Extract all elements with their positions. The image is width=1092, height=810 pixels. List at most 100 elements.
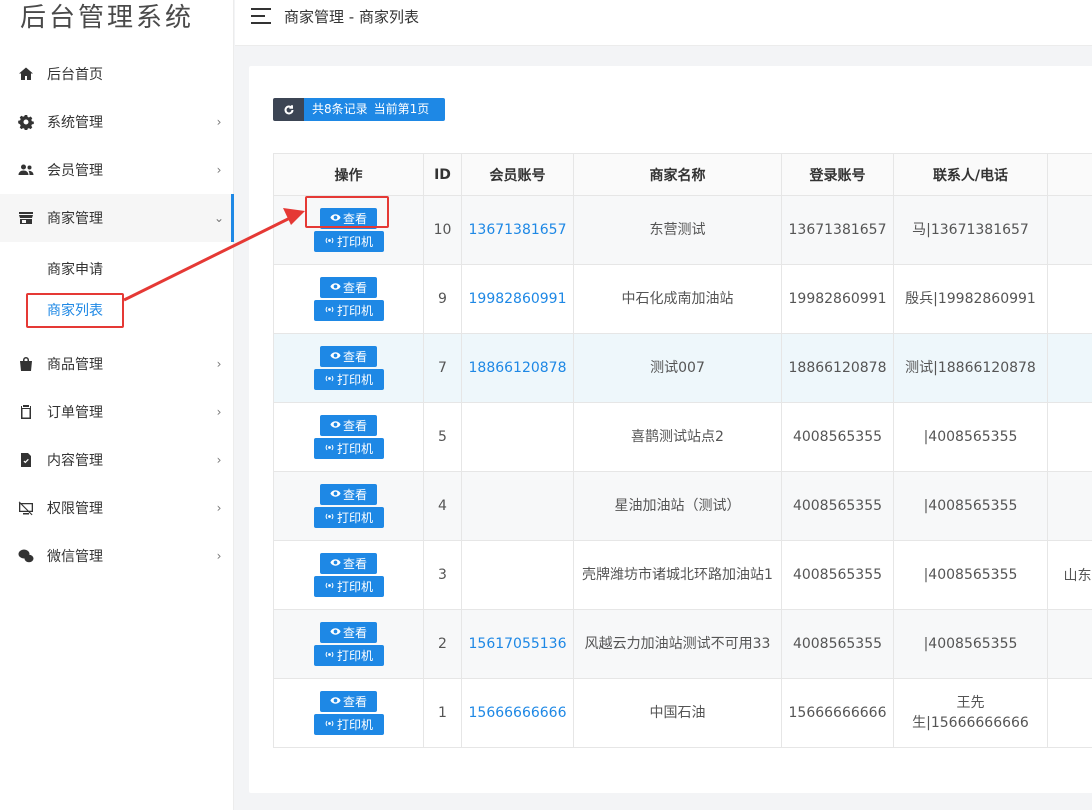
total-records-text: 共8条记录 [312,102,368,116]
view-label: 查看 [342,281,367,295]
login-account-cell: 13671381657 [781,195,894,265]
contact-cell: 王先生|15666666666 [893,678,1048,748]
contact-cell: 马|13671381657 [893,195,1048,265]
app-logo: 后台管理系统 [20,3,195,33]
chevron-down-icon: ⌄ [213,211,225,225]
eye-icon [330,488,343,502]
column-header-extra [1047,153,1092,196]
column-header-login-account: 登录账号 [781,153,894,196]
printer-label: 打印机 [336,580,373,594]
view-label: 查看 [342,695,367,709]
view-button[interactable]: 查看 [320,277,377,298]
login-account-cell: 4008565355 [781,609,894,679]
view-button[interactable]: 查看 [320,415,377,436]
store-icon [16,209,36,227]
contact-cell: 殷兵|19982860991 [893,264,1048,334]
merchant-name-cell: 风越云力加油站测试不可用33 [573,609,782,679]
printer-button[interactable]: 打印机 [313,576,384,597]
view-button[interactable]: 查看 [320,346,377,367]
printer-button[interactable]: 打印机 [313,645,384,666]
sidebar-item-products[interactable]: 商品管理 › [0,340,234,388]
actions-cell: 查看 打印机 [273,471,424,541]
contact-cell: |4008565355 [893,402,1048,472]
sidebar-item-members[interactable]: 会员管理 › [0,146,234,194]
submenu-item-merchant-application[interactable]: 商家申请 [47,255,103,285]
column-header-contact: 联系人/电话 [893,153,1048,196]
printer-button[interactable]: 打印机 [313,369,384,390]
sidebar-item-label: 微信管理 [47,549,103,565]
menu-toggle-icon[interactable] [251,8,271,24]
extra-cell [1047,609,1092,679]
broadcast-icon [324,373,337,387]
current-page-text: 当前第1页 [373,102,430,116]
merchant-name-cell: 东营测试 [573,195,782,265]
column-header-id: ID [423,153,462,196]
member-account-link[interactable]: 18866120878 [461,333,574,403]
id-cell: 1 [423,678,462,748]
column-header-actions: 操作 [273,153,424,196]
id-cell: 5 [423,402,462,472]
member-account-link[interactable]: 15617055136 [461,609,574,679]
sidebar-item-content[interactable]: 内容管理 › [0,436,234,484]
printer-label: 打印机 [336,373,373,387]
chevron-right-icon: › [216,549,222,563]
actions-cell: 查看 打印机 [273,402,424,472]
actions-cell: 查看打印机 [273,678,424,748]
id-cell: 7 [423,333,462,403]
login-account-cell: 4008565355 [781,402,894,472]
sidebar-item-system[interactable]: 系统管理 › [0,98,234,146]
document-check-icon [16,451,36,469]
view-button[interactable]: 查看 [320,691,377,712]
sidebar-item-orders[interactable]: 订单管理 › [0,388,234,436]
broadcast-icon [324,235,337,249]
extra-cell: 山东 [1047,540,1092,610]
printer-button[interactable]: 打印机 [313,507,384,528]
sidebar-item-label: 后台首页 [47,67,103,83]
merchant-name-cell: 喜鹊测试站点2 [573,402,782,472]
member-account-link[interactable] [461,402,574,472]
gear-icon [16,113,36,131]
table-row: 查看 打印机 5 喜鹊测试站点2 4008565355 |4008565355 [273,402,1092,472]
member-account-link[interactable]: 13671381657 [461,195,574,265]
eye-icon [330,281,343,295]
sidebar-item-label: 商品管理 [47,357,103,373]
view-button[interactable]: 查看 [320,622,377,643]
member-account-link[interactable] [461,540,574,610]
actions-cell: 查看打印机 [273,609,424,679]
refresh-icon [284,104,293,114]
sidebar-item-wechat[interactable]: 微信管理 › [0,532,234,580]
view-button[interactable]: 查看 [320,553,377,574]
sidebar-item-home[interactable]: 后台首页 [0,50,234,98]
sidebar-item-merchants[interactable]: 商家管理 ⌄ [0,194,234,242]
member-account-link[interactable] [461,471,574,541]
printer-label: 打印机 [336,511,373,525]
printer-button[interactable]: 打印机 [313,714,384,735]
member-account-link[interactable]: 15666666666 [461,678,574,748]
sidebar-item-label: 会员管理 [47,163,103,179]
top-header: 商家管理 - 商家列表 [235,0,1092,46]
member-account-link[interactable]: 19982860991 [461,264,574,334]
view-button[interactable]: 查看 [320,484,377,505]
id-cell: 4 [423,471,462,541]
contact-cell: |4008565355 [893,540,1048,610]
monitor-off-icon [16,499,36,517]
annotation-highlight-merchant-list [26,293,124,328]
printer-label: 打印机 [336,304,373,318]
extra-cell [1047,264,1092,334]
printer-button[interactable]: 打印机 [313,300,384,321]
refresh-button[interactable] [273,98,304,121]
table-row: 查看 打印机 4 星油加油站（测试） 4008565355 |4008565355 [273,471,1092,541]
table-row: 查看 打印机 9 19982860991 中石化成南加油站 19982860991 殷兵|1… [273,264,1092,334]
printer-button[interactable]: 打印机 [313,438,384,459]
id-cell: 10 [423,195,462,265]
actions-cell: 查看打印机 [273,333,424,403]
login-account-cell: 15666666666 [781,678,894,748]
breadcrumb: 商家管理 - 商家列表 [284,8,419,26]
content-card: 共8条记录 当前第1页 操作 ID 会员账号 商家名称 登录账号 联系人/电话 查… [249,66,1092,793]
merchant-name-cell: 中石化成南加油站 [573,264,782,334]
login-account-cell: 19982860991 [781,264,894,334]
printer-label: 打印机 [336,649,373,663]
view-label: 查看 [342,488,367,502]
sidebar-item-permissions[interactable]: 权限管理 › [0,484,234,532]
printer-button[interactable]: 打印机 [313,231,384,252]
